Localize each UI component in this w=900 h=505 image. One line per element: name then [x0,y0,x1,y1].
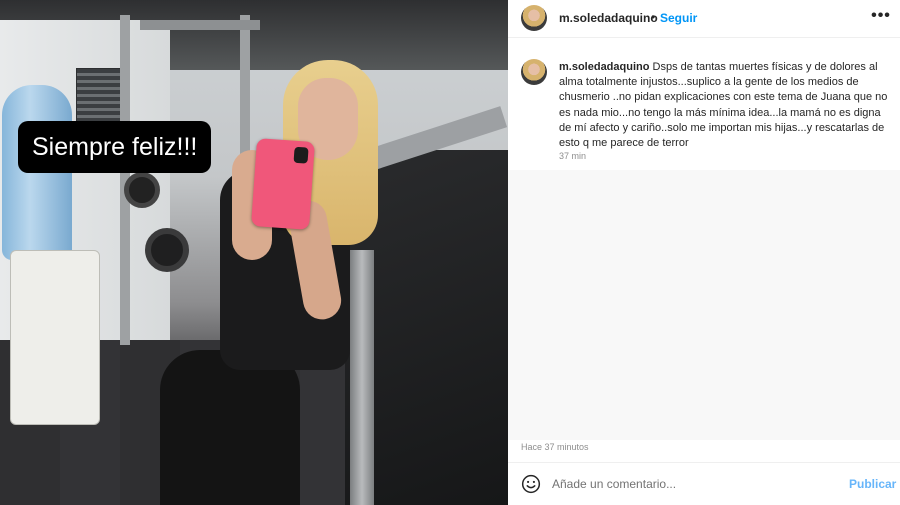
comment-input[interactable] [552,475,832,493]
photo-phone [251,138,315,230]
comment-bar: Publicar [508,462,900,505]
caption-avatar[interactable] [521,59,547,85]
comments-area [508,170,900,440]
photo-gym-bar [140,20,260,30]
post-header: m.soledadaquino • Seguir ••• [508,0,900,38]
more-options-icon[interactable]: ••• [870,6,892,28]
publish-button[interactable]: Publicar [849,477,896,491]
avatar[interactable] [521,5,547,31]
caption-body: Dsps de tantas muertes físicas y de dolo… [559,61,888,150]
caption-text: m.soledadaquino Dsps de tantas muertes f… [559,60,889,151]
photo-water-dispenser [10,250,100,425]
photo-weight-plate-small [124,172,160,208]
photo-person-legs [160,350,300,505]
post-panel: m.soledadaquino • Seguir ••• m.soledadaq… [508,0,900,505]
story-text-sticker: Siempre feliz!!! [18,121,212,173]
smiley-icon[interactable] [521,474,541,494]
caption-username[interactable]: m.soledadaquino [559,61,649,73]
photo-treadmill-post [350,250,374,505]
photo-weight-plate [145,228,189,272]
caption-timestamp: 37 min [559,151,587,161]
phone-camera [293,146,309,164]
post-photo[interactable]: Siempre feliz!!! [0,0,508,505]
username-link[interactable]: m.soledadaquino [559,11,658,25]
photo-vent [76,68,124,122]
separator-dot: • [651,10,656,24]
post-timestamp[interactable]: Hace 37 minutos [521,442,589,452]
follow-button[interactable]: Seguir [660,11,697,25]
